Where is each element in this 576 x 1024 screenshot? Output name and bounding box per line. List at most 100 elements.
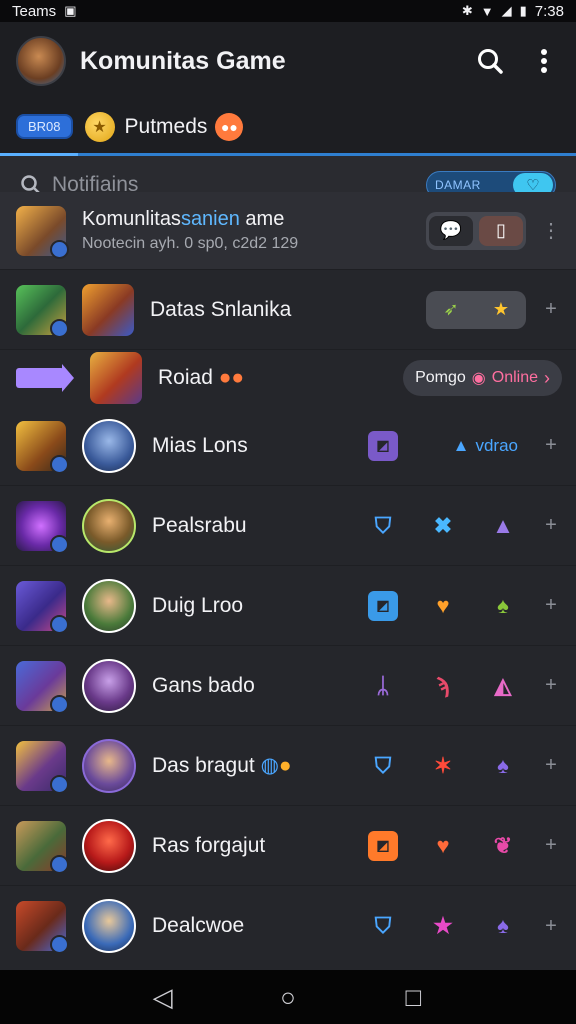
character-avatar (82, 818, 136, 873)
back-icon[interactable]: ◁ (143, 982, 183, 1013)
game-icon (16, 740, 69, 794)
featured-title-highlight: sanien (180, 208, 240, 230)
app-header: Komunitas Game (0, 22, 576, 100)
edit-icon[interactable]: ◩ (368, 830, 398, 861)
row-actions: ➶ ★ (426, 290, 526, 329)
video-link[interactable]: ▲ vdrao (453, 436, 518, 456)
status-time: 7:38 (534, 2, 564, 20)
list-item[interactable]: Dealcwoe ⛉ ★ ♠ + (0, 886, 576, 966)
triangle-icon: ▲ (452, 435, 470, 455)
star-icon[interactable]: ★ (479, 295, 523, 325)
list-item[interactable]: Pealsrabu ⛉ ✖ ▲ + (0, 486, 576, 566)
toggle-label: DAMAR (435, 178, 481, 192)
list-item[interactable]: Das bragut ◍● ⛉ ✶ ♠ + (0, 726, 576, 806)
character-avatar (82, 498, 136, 553)
arrow-tag-icon (16, 364, 74, 392)
add-icon[interactable]: + (540, 298, 562, 321)
game-icon (16, 901, 69, 954)
row-actions: ⛉ ✖ ▲ (368, 511, 518, 541)
row-name: Das bragut ◍● (152, 753, 368, 778)
shield-icon[interactable]: ⛉ (368, 511, 398, 541)
row-name: Mias Lons (152, 433, 248, 457)
row-name: Ras forgajut (152, 833, 266, 857)
status-dot-icon: ◉ (471, 370, 486, 387)
character-avatar (90, 352, 142, 404)
phone-icon[interactable]: ▯ (479, 215, 523, 246)
character-avatar (82, 578, 136, 633)
emoji-icon: ●● (215, 112, 244, 141)
battery-icon: ▮ (519, 3, 527, 18)
list-item[interactable]: Roiad ●● Pomgo ◉ Online › (0, 350, 576, 406)
notification-icon: ▣ (64, 3, 77, 18)
featured-subtitle: Nootecin ayh. 0 sp0, c2d2 129 (82, 235, 299, 252)
search-button[interactable] (472, 43, 508, 79)
list-item[interactable]: Ras forgajut ◩ ♥ ❦ + (0, 806, 576, 886)
page-title: Komunitas Game (80, 46, 286, 75)
tab-badge[interactable]: BR08 (16, 114, 73, 139)
leaf-icon[interactable]: ♠ (488, 911, 518, 941)
shield-icon[interactable]: ⛉ (368, 911, 398, 941)
list-item[interactable]: Mias Lons ◩ ▲ vdrao + (0, 406, 576, 486)
list-item[interactable]: Gans bado ᛦ ϡ ◭ + (0, 646, 576, 726)
online-status-pill[interactable]: Pomgo ◉ Online › (403, 360, 562, 396)
home-icon[interactable]: ○ (268, 982, 308, 1013)
hook-icon[interactable]: ϡ (428, 671, 458, 701)
row-actions: ⛉ ★ ♠ (368, 911, 518, 941)
list-item[interactable]: Duig Lroo ◩ ♥ ♠ + (0, 566, 576, 646)
signal-icon: ◢ (501, 3, 512, 18)
shield-icon[interactable]: ⛉ (368, 751, 398, 781)
video-label: vdrao (475, 435, 518, 455)
crossed-swords-icon[interactable]: ✖ (428, 511, 458, 541)
row-actions: ◩ ♥ ♠ (368, 590, 518, 621)
profile-avatar[interactable] (16, 36, 66, 86)
tab-label[interactable]: Putmeds (125, 115, 208, 139)
edit-icon[interactable]: ◩ (368, 430, 398, 461)
wifi-icon: ▼ (480, 3, 494, 19)
tab-bar: BR08 ★ Putmeds ●● (0, 100, 576, 156)
add-icon[interactable]: + (540, 594, 562, 617)
chat-icon[interactable]: 💬 (429, 215, 473, 246)
star-icon[interactable]: ★ (428, 911, 458, 941)
leaf-icon[interactable]: ♠ (488, 751, 518, 781)
add-icon[interactable]: + (540, 834, 562, 857)
sail-icon[interactable]: ◭ (488, 671, 518, 701)
pill-label: Pomgo (415, 369, 466, 386)
bluetooth-icon: ✱ (461, 3, 473, 18)
heart-shield-icon[interactable]: ♥ (428, 591, 458, 621)
emoji-icon: ●● (218, 366, 245, 389)
add-icon[interactable]: + (540, 915, 562, 938)
character-avatar (82, 738, 136, 793)
featured-title: Komunlitassanien ame (82, 208, 426, 231)
character-avatar (82, 899, 136, 953)
recents-icon[interactable]: □ (393, 982, 433, 1013)
list-item-featured[interactable]: Komunlitassanien ame Nootecin ayh. 0 sp0… (0, 192, 576, 270)
heart-shield-icon[interactable]: ♥ (428, 831, 458, 861)
status-bar: Teams ▣ ✱ ▼ ◢ ▮ 7:38 (0, 0, 576, 22)
row-name: Pealsrabu (152, 513, 247, 537)
add-icon[interactable]: + (540, 674, 562, 697)
leaf-icon[interactable]: ♠ (488, 591, 518, 621)
edit-icon[interactable]: ◩ (368, 590, 398, 621)
row-actions: ◩ ♥ ❦ (368, 830, 518, 861)
list-item[interactable]: Datas Snlanika ➶ ★ + (0, 270, 576, 350)
overflow-menu-button[interactable] (526, 43, 562, 79)
more-options-icon[interactable]: ⋮ (540, 218, 562, 243)
rune-icon[interactable]: ᛦ (368, 671, 398, 701)
star-burst-icon[interactable]: ✶ (428, 751, 458, 781)
emoji-icon: ● (278, 754, 292, 777)
game-icon (16, 205, 69, 259)
tab-indicator (0, 153, 78, 156)
search-icon (478, 49, 503, 74)
pyramid-icon[interactable]: ▲ (488, 511, 518, 541)
add-icon[interactable]: + (540, 434, 562, 457)
add-icon[interactable]: + (540, 514, 562, 537)
row-name: Datas Snlanika (150, 297, 292, 321)
character-avatar (82, 658, 136, 713)
feather-icon[interactable]: ❦ (488, 831, 518, 861)
character-avatar (82, 418, 136, 473)
add-icon[interactable]: + (540, 754, 562, 777)
leaf-icon[interactable]: ➶ (429, 295, 473, 325)
game-icon (16, 500, 69, 554)
game-list: Komunlitassanien ame Nootecin ayh. 0 sp0… (0, 192, 576, 966)
more-vertical-icon (541, 49, 547, 73)
